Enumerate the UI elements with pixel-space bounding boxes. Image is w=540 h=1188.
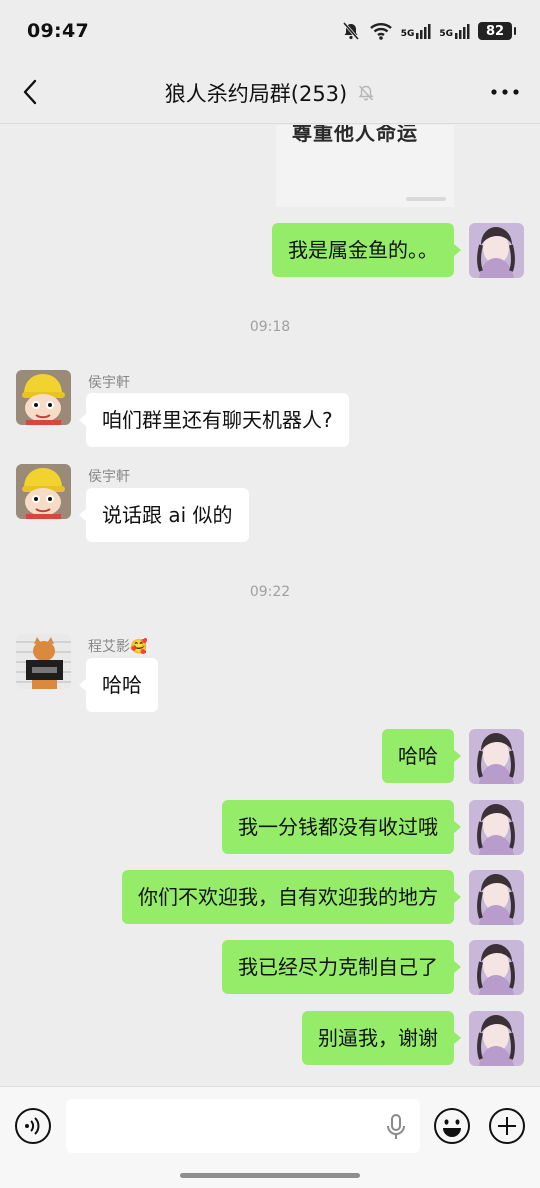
chat-header: 狼人杀约局群(253) xyxy=(0,62,540,124)
chat-area[interactable]: 尊重他人命运 我是属金鱼的。。 09:18 侯宇軒 咱们群里还有聊天机器人? 侯… xyxy=(0,125,540,1086)
battery-icon: 82 xyxy=(478,22,516,40)
outgoing-message[interactable]: 你们不欢迎我，自有欢迎我的地方 xyxy=(122,870,461,924)
title-group: 狼人杀约局群(253) xyxy=(165,78,375,108)
outgoing-message[interactable]: 别逼我，谢谢 xyxy=(302,1011,461,1065)
outgoing-message[interactable]: 我一分钱都没有收过哦 xyxy=(222,800,461,854)
incoming-message[interactable]: 说话跟 ai 似的 xyxy=(79,488,249,542)
more-icon xyxy=(491,89,519,95)
image-message[interactable]: 尊重他人命运 xyxy=(276,125,454,207)
image-footer-mark xyxy=(406,197,446,201)
mute-bell-icon xyxy=(342,22,359,40)
plus-icon xyxy=(489,1108,525,1144)
chat-title: 狼人杀约局群(253) xyxy=(164,81,348,106)
signal-icon: 5G xyxy=(401,23,432,39)
signal-icon-2: 5G xyxy=(439,23,470,39)
mute-icon xyxy=(358,85,374,100)
sender-name: 侯宇軒 xyxy=(88,375,130,391)
more-actions-button[interactable] xyxy=(488,1107,526,1145)
my-avatar[interactable] xyxy=(469,729,524,784)
status-icons: 5G 5G 82 xyxy=(341,21,516,41)
voice-icon xyxy=(15,1108,51,1144)
status-time: 09:47 xyxy=(27,20,89,42)
back-button[interactable] xyxy=(14,76,46,108)
sender-avatar[interactable] xyxy=(16,464,71,519)
incoming-message[interactable]: 咱们群里还有聊天机器人? xyxy=(79,393,349,447)
home-indicator[interactable] xyxy=(180,1173,360,1178)
timestamp: 09:18 xyxy=(249,319,291,335)
sender-avatar[interactable] xyxy=(16,634,71,689)
emoji-icon xyxy=(434,1108,470,1144)
input-bar xyxy=(0,1086,540,1188)
my-avatar[interactable] xyxy=(469,1011,524,1066)
my-avatar[interactable] xyxy=(469,800,524,855)
image-message-text: 尊重他人命运 xyxy=(292,125,418,145)
my-avatar[interactable] xyxy=(469,870,524,925)
incoming-message[interactable]: 哈哈 xyxy=(79,658,158,712)
more-options-button[interactable] xyxy=(488,80,522,104)
emoji-button[interactable] xyxy=(433,1107,471,1145)
sender-name: 侯宇軒 xyxy=(88,469,130,485)
timestamp: 09:22 xyxy=(249,584,291,600)
outgoing-message[interactable]: 哈哈 xyxy=(382,729,461,783)
voice-input-button[interactable] xyxy=(14,1107,52,1145)
my-avatar[interactable] xyxy=(469,940,524,995)
my-avatar[interactable] xyxy=(469,223,524,278)
sender-name: 程艾影🥰 xyxy=(88,639,148,655)
wifi-icon xyxy=(369,23,392,40)
sender-avatar[interactable] xyxy=(16,370,71,425)
outgoing-message[interactable]: 我是属金鱼的。。 xyxy=(272,223,461,277)
outgoing-message[interactable]: 我已经尽力克制自己了 xyxy=(222,940,461,994)
message-input[interactable] xyxy=(66,1099,420,1153)
microphone-icon[interactable] xyxy=(386,1113,406,1141)
status-bar: 09:47 5G 5G 82 xyxy=(0,0,540,62)
chevron-left-icon xyxy=(23,79,37,105)
